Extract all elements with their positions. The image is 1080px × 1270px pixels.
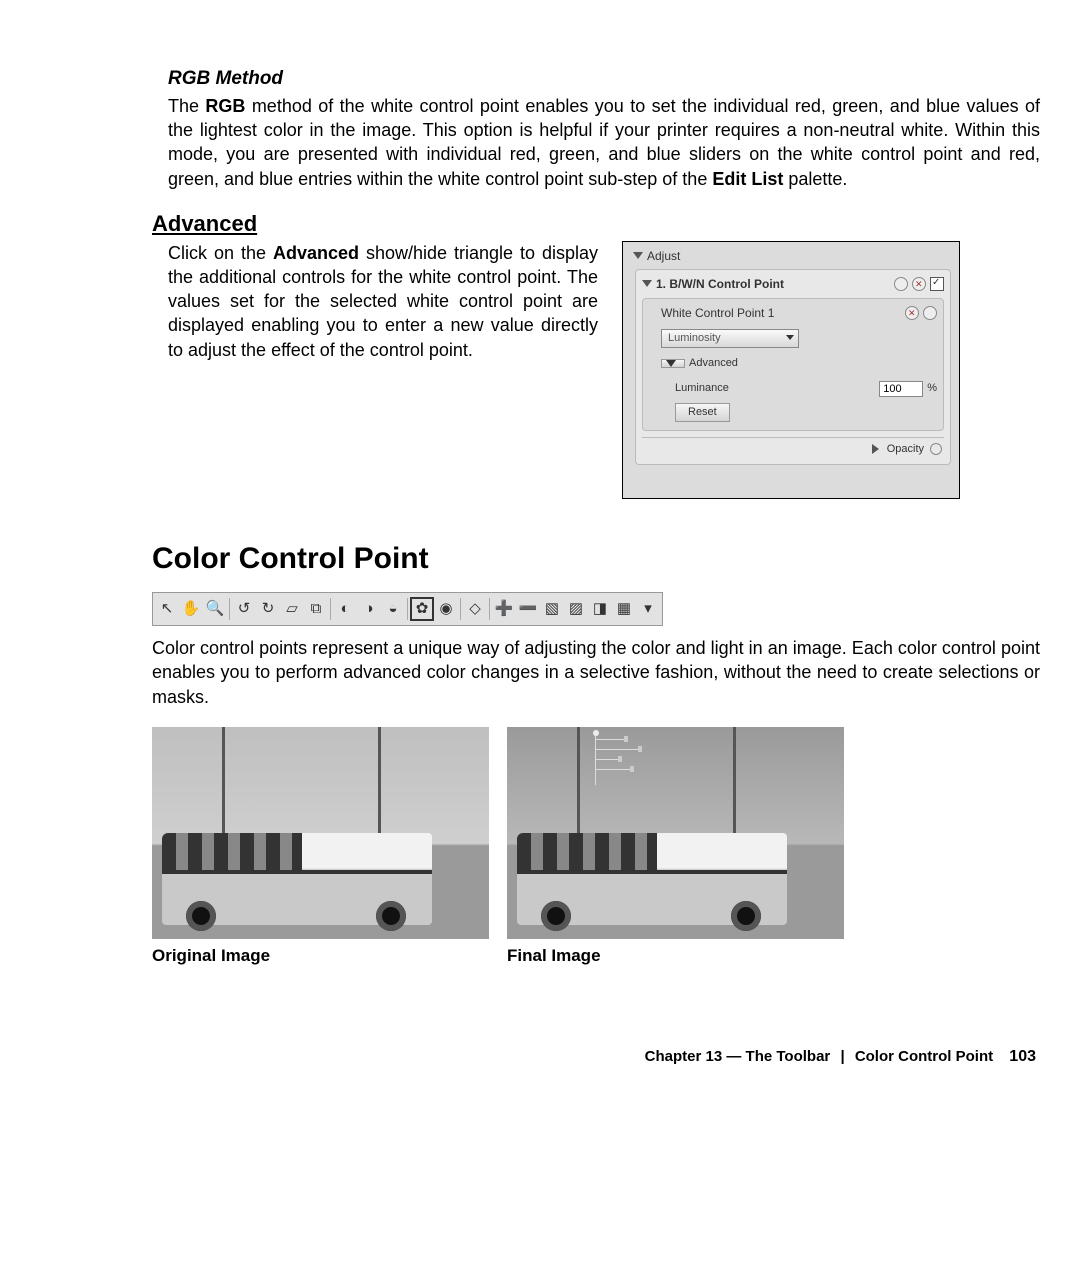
reset-step-icon[interactable]: [894, 277, 908, 291]
gray-point-icon[interactable]: ◑: [357, 597, 381, 621]
text: Click on the: [168, 243, 273, 263]
ccp-paragraph: Color control points represent a unique …: [152, 636, 1040, 709]
crop-icon[interactable]: ⧉: [304, 597, 328, 621]
footer-section: Color Control Point: [855, 1048, 993, 1065]
triangle-down-icon: [642, 280, 652, 287]
footer-chapter: Chapter 13 — The Toolbar: [645, 1048, 831, 1065]
straighten-icon[interactable]: ▱: [280, 597, 304, 621]
lasso-icon[interactable]: ◇: [463, 597, 487, 621]
color-control-point-icon[interactable]: ✿: [410, 597, 434, 621]
opacity-radio[interactable]: [930, 443, 942, 455]
delete-step-icon[interactable]: [912, 277, 926, 291]
fill-icon[interactable]: ▧: [540, 597, 564, 621]
reset-button[interactable]: Reset: [675, 403, 730, 422]
erase-icon[interactable]: ▨: [564, 597, 588, 621]
rgb-method-heading: RGB Method: [168, 66, 1040, 92]
zoom-tool-icon[interactable]: 🔍: [203, 597, 227, 621]
advanced-toggle[interactable]: [661, 359, 685, 368]
separator: [229, 598, 230, 620]
final-image-block: Final Image: [507, 727, 844, 968]
more-icon[interactable]: ▾: [636, 597, 660, 621]
black-point-icon[interactable]: ◐: [333, 597, 357, 621]
white-cp-row[interactable]: White Control Point 1: [661, 303, 937, 323]
original-image-block: Original Image: [152, 727, 489, 968]
adjust-label: Adjust: [647, 248, 680, 264]
separator: [460, 598, 461, 620]
hand-tool-icon[interactable]: ✋: [179, 597, 203, 621]
document-page: RGB Method The RGB method of the white c…: [0, 0, 1080, 1180]
bwn-step-row[interactable]: 1. B/W/N Control Point: [642, 274, 944, 294]
text-bold: RGB: [205, 96, 245, 116]
method-dropdown[interactable]: Luminosity: [661, 329, 799, 348]
fill-remove-icon[interactable]: ▦: [612, 597, 636, 621]
plus-brush-icon[interactable]: ➕: [492, 597, 516, 621]
arrow-tool-icon[interactable]: ↖: [155, 597, 179, 621]
final-image: [507, 727, 844, 939]
luminance-input[interactable]: [879, 381, 923, 397]
redeye-icon[interactable]: ◉: [434, 597, 458, 621]
bwn-step-label: 1. B/W/N Control Point: [656, 276, 784, 292]
minus-brush-icon[interactable]: ➖: [516, 597, 540, 621]
advanced-toggle-label: Advanced: [689, 356, 738, 371]
text: method of the white control point enable…: [168, 96, 1040, 189]
gradient-icon[interactable]: ◨: [588, 597, 612, 621]
color-control-point-heading: Color Control Point: [152, 539, 1040, 580]
rgb-method-paragraph: The RGB method of the white control poin…: [168, 94, 1040, 191]
text: palette.: [783, 169, 847, 189]
toolbar: ↖ ✋ 🔍 ↺ ↻ ▱ ⧉ ◐ ◑ ◒ ✿ ◉ ◇ ➕ ➖ ▧ ▨ ◨ ▦ ▾: [152, 592, 663, 626]
adjust-header[interactable]: Adjust: [633, 246, 953, 266]
opacity-label: Opacity: [887, 442, 924, 457]
separator: [407, 598, 408, 620]
page-footer: Chapter 13 — The Toolbar | Color Control…: [645, 1046, 1036, 1068]
final-caption: Final Image: [507, 945, 844, 968]
triangle-down-icon: [666, 360, 676, 367]
text-bold: Edit List: [712, 169, 783, 189]
advanced-heading: Advanced: [152, 209, 1040, 239]
original-image: [152, 727, 489, 939]
footer-separator: |: [840, 1048, 844, 1065]
triangle-right-icon[interactable]: [872, 444, 879, 454]
text-bold: Advanced: [273, 243, 359, 263]
dropdown-value: Luminosity: [668, 331, 721, 346]
adjust-panel: Adjust 1. B/W/N Control Point White Cont…: [622, 241, 960, 500]
original-caption: Original Image: [152, 945, 489, 968]
text: The: [168, 96, 205, 116]
apply-checkbox[interactable]: [930, 277, 944, 291]
image-comparison-row: Original Image Final Image: [152, 727, 1040, 968]
white-cp-label: White Control Point 1: [661, 305, 774, 321]
separator: [489, 598, 490, 620]
rotate-ccw-icon[interactable]: ↺: [232, 597, 256, 621]
white-point-icon[interactable]: ◒: [381, 597, 405, 621]
advanced-paragraph: Click on the Advanced show/hide triangle…: [168, 241, 598, 482]
separator: [330, 598, 331, 620]
luminance-label: Luminance: [675, 381, 729, 396]
toggle-cp-icon[interactable]: [923, 306, 937, 320]
percent-label: %: [927, 381, 937, 396]
triangle-down-icon: [633, 252, 643, 259]
page-number: 103: [1009, 1048, 1036, 1065]
rotate-cw-icon[interactable]: ↻: [256, 597, 280, 621]
delete-cp-icon[interactable]: [905, 306, 919, 320]
control-point-overlay: [595, 733, 672, 785]
